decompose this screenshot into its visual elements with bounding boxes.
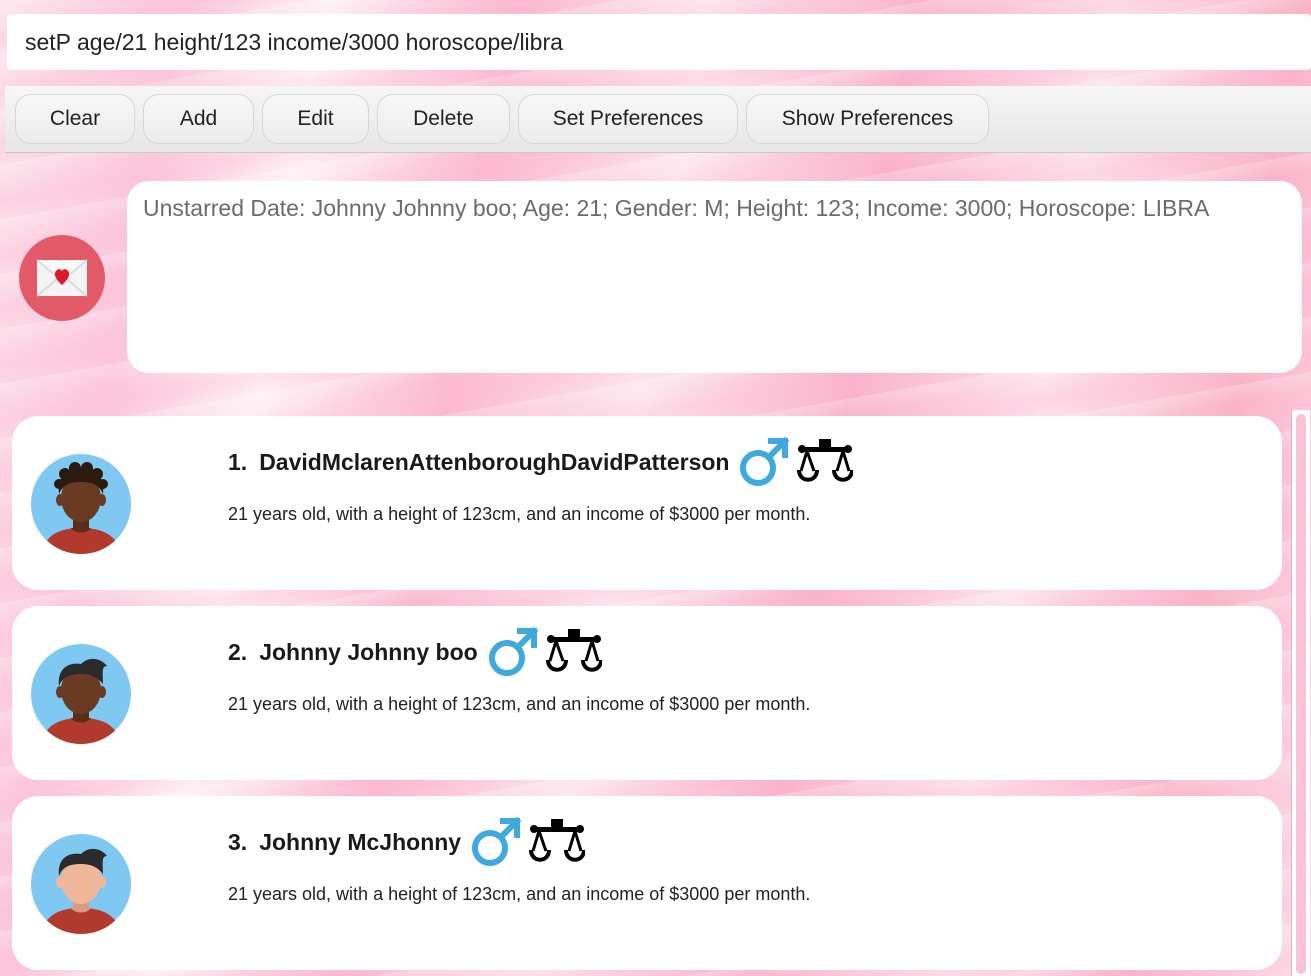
date-index: 2. (228, 638, 248, 665)
avatar (31, 454, 131, 554)
scrollbar-thumb[interactable] (1296, 414, 1306, 974)
clear-button[interactable]: Clear (15, 94, 135, 144)
avatar (31, 834, 131, 934)
delete-button[interactable]: Delete (377, 94, 510, 144)
date-index: 1. (228, 448, 248, 475)
male-icon (488, 626, 538, 676)
show-preferences-button[interactable]: Show Preferences (746, 94, 989, 144)
male-icon (740, 436, 790, 486)
date-name-line: 3. Johnny McJhonny (228, 814, 586, 870)
date-description: 21 years old, with a height of 123cm, an… (228, 504, 811, 524)
command-input[interactable] (7, 14, 1311, 70)
result-display: Unstarred Date: Johnny Johnny boo; Age: … (127, 181, 1302, 373)
edit-button[interactable]: Edit (262, 94, 369, 144)
date-name-line: 1. DavidMclarenAttenboroughDavidPatterso… (228, 434, 854, 490)
date-card[interactable]: 2. Johnny Johnny boo 21 years old, with … (12, 606, 1282, 780)
date-name: DavidMclarenAttenboroughDavidPatterson (259, 448, 730, 475)
date-name-line: 2. Johnny Johnny boo (228, 624, 602, 680)
list-scrollbar[interactable] (1291, 410, 1310, 976)
date-list: 1. DavidMclarenAttenboroughDavidPatterso… (0, 408, 1311, 976)
result-panel: Unstarred Date: Johnny Johnny boo; Age: … (0, 160, 1311, 395)
avatar (31, 644, 131, 744)
set-preferences-button[interactable]: Set Preferences (518, 94, 738, 144)
date-name: Johnny McJhonny (259, 828, 462, 855)
libra-icon (545, 629, 602, 672)
date-card[interactable]: 3. Johnny McJhonny 21 years old, with a … (12, 796, 1282, 970)
date-name: Johnny Johnny boo (259, 638, 478, 665)
date-description: 21 years old, with a height of 123cm, an… (228, 884, 811, 904)
date-description: 21 years old, with a height of 123cm, an… (228, 694, 811, 714)
mail-heart-icon (19, 235, 105, 321)
libra-icon (529, 819, 586, 862)
date-card[interactable]: 1. DavidMclarenAttenboroughDavidPatterso… (12, 416, 1282, 590)
date-index: 3. (228, 828, 248, 855)
libra-icon (797, 439, 854, 482)
add-button[interactable]: Add (143, 94, 254, 144)
toolbar: Clear Add Edit Delete Set Preferences Sh… (5, 86, 1311, 153)
male-icon (472, 816, 522, 866)
